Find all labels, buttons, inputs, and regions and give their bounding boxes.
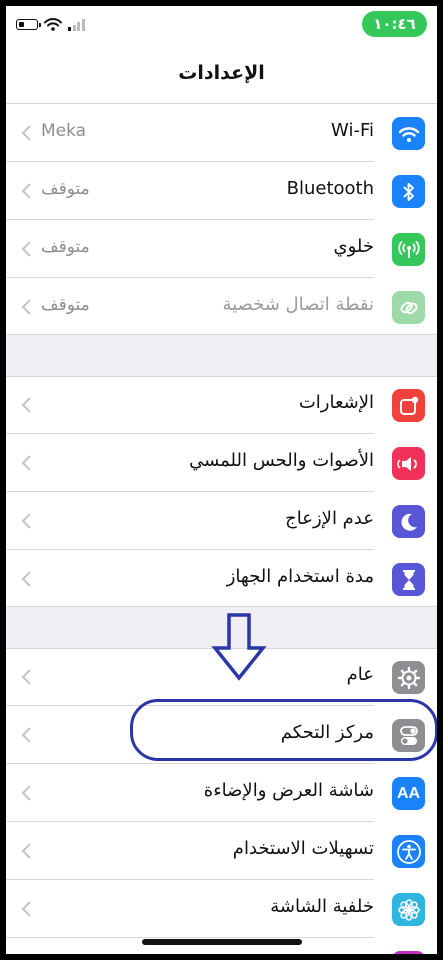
settings-row-do-not-disturb[interactable]: عدم الإزعاج [6,492,437,550]
status-indicators [16,18,85,31]
cellular-icon [392,233,425,266]
chevron-left-icon [21,843,31,859]
text-size-icon: AA [392,777,425,810]
settings-row-notifications[interactable]: الإشعارات [6,376,437,434]
settings-row-cellular[interactable]: خلوي متوقف [6,220,437,278]
chevron-left-icon [21,183,31,199]
chevron-left-icon [21,571,31,587]
chevron-left-icon [21,727,31,743]
row-label: Bluetooth [286,178,374,199]
chevron-left-icon [21,241,31,257]
connectivity-group: Wi-Fi Meka Bluetooth متوقف خلوي متوقف نق… [6,104,437,336]
chevron-left-icon [21,455,31,471]
section-spacer [6,334,437,377]
hourglass-icon [392,563,425,596]
bluetooth-icon [392,175,425,208]
chevron-left-icon [21,299,31,315]
siri-icon [392,951,425,954]
settings-row-bluetooth[interactable]: Bluetooth متوقف [6,162,437,220]
row-value: Meka [41,121,87,141]
settings-screen: ١٠:٤٦ الإعدادات Wi-Fi Meka Bluetooth متو… [6,6,437,954]
row-label: الإشعارات [298,392,374,413]
chevron-left-icon [21,397,31,413]
settings-row-wallpaper[interactable]: خلفية الشاشة [6,880,437,938]
chevron-left-icon [21,669,31,685]
chevron-left-icon [21,901,31,917]
cellular-signal-icon [68,18,85,31]
down-arrow-annotation [211,613,267,681]
notifications-icon [392,389,425,422]
wifi-icon [392,117,425,150]
row-label: خلوي [333,236,374,257]
row-label: خلفية الشاشة [270,896,374,917]
highlight-ellipse-annotation [130,699,437,761]
battery-icon [16,19,41,30]
row-label: عام [346,664,374,685]
home-indicator[interactable] [142,939,302,945]
settings-row-wifi[interactable]: Wi-Fi Meka [6,104,437,162]
screenshot-frame: ١٠:٤٦ الإعدادات Wi-Fi Meka Bluetooth متو… [0,0,443,960]
row-value: متوقف [41,237,90,257]
settings-row-screen-time[interactable]: مدة استخدام الجهاز [6,550,437,608]
settings-row-hotspot[interactable]: نقطة اتصال شخصية متوقف [6,278,437,336]
page-title: الإعدادات [178,62,265,84]
sounds-icon [392,447,425,480]
notifications-group: الإشعارات الأصوات والحس اللمسي عدم الإزع… [6,376,437,608]
moon-icon [392,505,425,538]
row-label: عدم الإزعاج [285,508,374,529]
chevron-left-icon [21,125,31,141]
row-value: متوقف [41,179,90,199]
wifi-status-icon [44,18,62,31]
hotspot-icon [392,291,425,324]
row-label: شاشة العرض والإضاءة [203,780,374,801]
gear-icon [392,661,425,694]
row-label: الأصوات والحس اللمسي [189,450,374,471]
chevron-left-icon [21,513,31,529]
flower-icon [392,893,425,926]
row-label: تسهيلات الاستخدام [232,838,374,859]
general-group: عام مركز التحكم AA شاشة العرض والإضاءة ت… [6,648,437,954]
status-time: ١٠:٤٦ [362,11,427,37]
row-value: متوقف [41,295,90,315]
accessibility-icon [392,835,425,868]
chevron-left-icon [21,785,31,801]
row-label: نقطة اتصال شخصية [222,294,374,315]
settings-row-display[interactable]: AA شاشة العرض والإضاءة [6,764,437,822]
settings-row-accessibility[interactable]: تسهيلات الاستخدام [6,822,437,880]
settings-row-sounds[interactable]: الأصوات والحس اللمسي [6,434,437,492]
row-label: Wi-Fi [331,120,374,141]
row-label: مدة استخدام الجهاز [226,566,374,587]
status-bar: ١٠:٤٦ [6,6,437,48]
